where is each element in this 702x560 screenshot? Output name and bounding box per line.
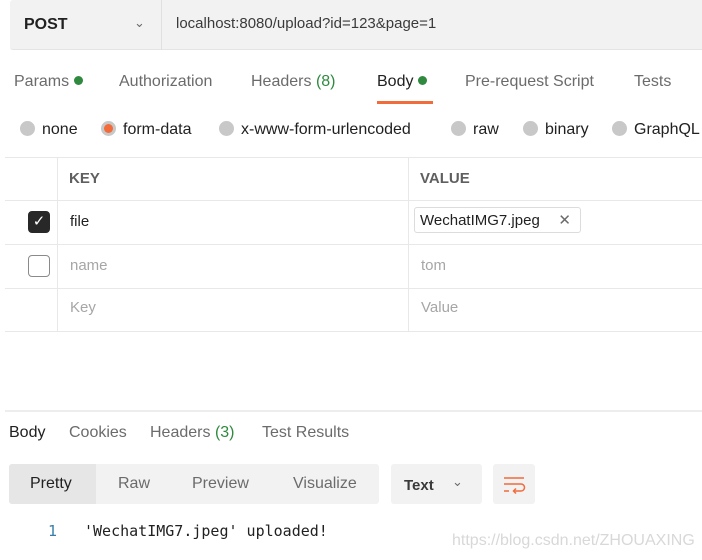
watermark: https://blog.csdn.net/ZHOUAXING [452, 532, 695, 549]
radio-label: GraphQL [634, 121, 700, 138]
url-input[interactable]: localhost:8080/upload?id=123&page=1 [176, 15, 436, 32]
table-border [5, 244, 702, 245]
status-dot-icon [418, 76, 428, 85]
radio-icon [219, 121, 234, 136]
radio-label: x-www-form-urlencoded [241, 121, 411, 138]
tab-params[interactable]: Params [14, 73, 84, 91]
radio-urlencoded[interactable]: x-www-form-urlencoded [219, 121, 411, 139]
wrap-lines-button[interactable] [493, 464, 535, 504]
response-tab-test-results[interactable]: Test Results [262, 424, 349, 442]
column-header-value: VALUE [420, 170, 470, 187]
radio-label: none [42, 121, 78, 138]
key-cell[interactable]: file [70, 213, 89, 230]
status-dot-icon [74, 76, 84, 85]
line-number: 1 [48, 522, 58, 540]
format-label: Text [404, 477, 434, 494]
response-tab-headers[interactable]: Headers (3) [150, 424, 235, 442]
radio-form-data[interactable]: form-data [101, 121, 191, 139]
view-visualize-button[interactable]: Visualize [293, 475, 357, 493]
tab-pre-request-script[interactable]: Pre-request Script [465, 73, 594, 91]
file-chip[interactable]: WechatIMG7.jpeg ✕ [414, 207, 581, 233]
tab-label: Body [377, 73, 414, 90]
headers-count: (3) [214, 424, 235, 441]
radio-none[interactable]: none [20, 121, 78, 139]
table-border [5, 200, 702, 201]
tab-tests[interactable]: Tests [634, 73, 671, 91]
view-preview-button[interactable]: Preview [192, 475, 249, 493]
panel-divider[interactable] [5, 410, 702, 412]
column-divider [57, 157, 58, 332]
table-border [5, 288, 702, 289]
method-select[interactable]: POST [24, 16, 68, 34]
radio-icon [523, 121, 538, 136]
radio-raw[interactable]: raw [451, 121, 499, 139]
chevron-down-icon: ⌄ [452, 474, 463, 489]
key-cell[interactable]: name [70, 257, 108, 274]
tab-label: Headers [150, 424, 211, 441]
response-line: 'WechatIMG7.jpeg' uploaded! [84, 522, 328, 540]
radio-graphql[interactable]: GraphQL [612, 121, 700, 139]
close-icon[interactable]: ✕ [558, 211, 571, 229]
column-divider [408, 157, 409, 332]
wrap-icon [504, 477, 526, 495]
value-input[interactable]: Value [421, 299, 458, 316]
response-tab-body[interactable]: Body [9, 424, 45, 442]
table-border [5, 157, 702, 158]
view-pretty-label[interactable]: Pretty [30, 475, 72, 493]
radio-label: raw [473, 121, 499, 138]
chevron-down-icon[interactable]: ⌄ [134, 15, 145, 31]
response-tab-cookies[interactable]: Cookies [69, 424, 127, 442]
tab-label: Params [14, 73, 70, 90]
radio-selected-icon [101, 121, 116, 136]
radio-icon [612, 121, 627, 136]
active-tab-underline [377, 101, 433, 104]
key-input[interactable]: Key [70, 299, 96, 316]
row-checkbox-checked[interactable]: ✓ [28, 211, 50, 233]
tab-headers[interactable]: Headers (8) [251, 73, 336, 91]
headers-count: (8) [315, 73, 336, 90]
file-name: WechatIMG7.jpeg [420, 212, 540, 229]
radio-binary[interactable]: binary [523, 121, 589, 139]
view-raw-button[interactable]: Raw [118, 475, 150, 493]
divider [161, 0, 162, 50]
tab-label: Headers [251, 73, 312, 90]
table-border [5, 331, 702, 332]
row-checkbox[interactable] [28, 255, 50, 277]
column-header-key: KEY [69, 170, 100, 187]
radio-label: form-data [123, 121, 192, 138]
tab-body[interactable]: Body [377, 73, 428, 91]
value-cell[interactable]: tom [421, 257, 446, 274]
radio-icon [451, 121, 466, 136]
radio-label: binary [545, 121, 589, 138]
tab-authorization[interactable]: Authorization [119, 73, 212, 91]
radio-icon [20, 121, 35, 136]
